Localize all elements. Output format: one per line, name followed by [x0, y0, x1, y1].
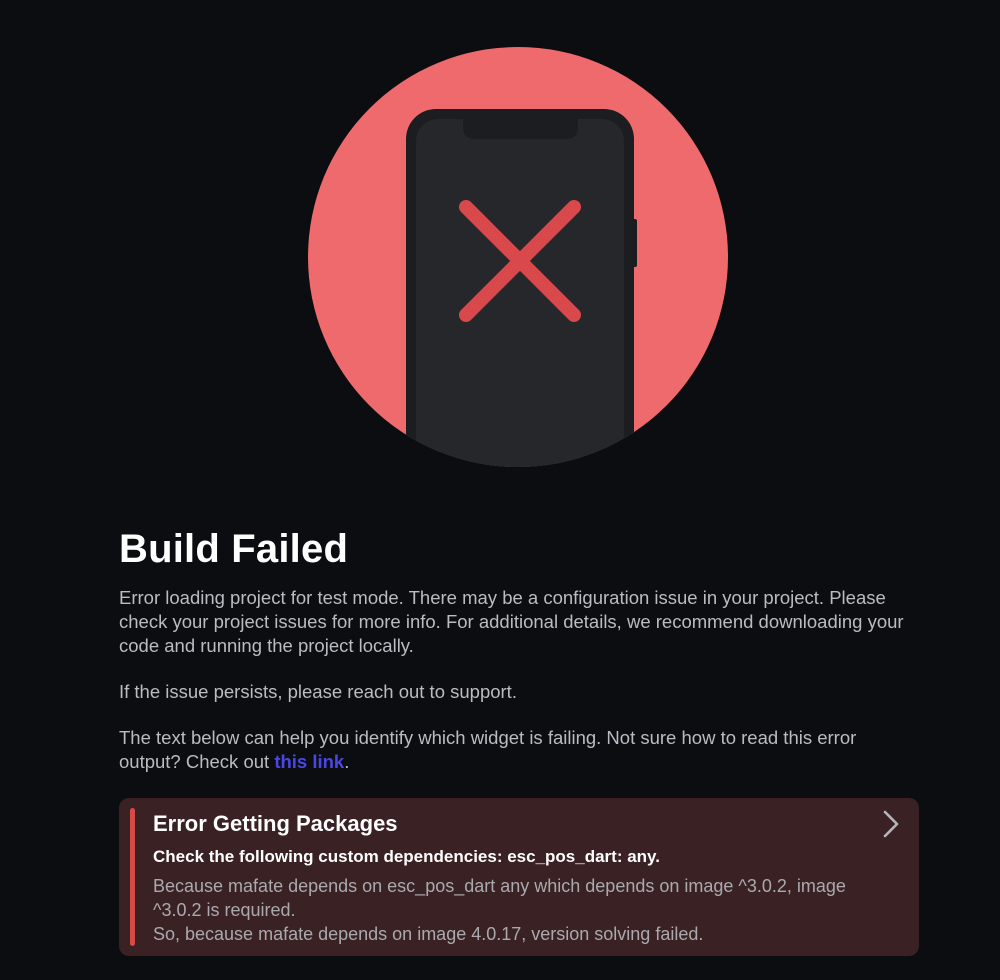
help-note-period: .: [344, 751, 350, 772]
phone-notch: [463, 119, 578, 139]
help-note: The text below can help you identify whi…: [119, 726, 919, 774]
error-card-body: Error Getting Packages Check the followi…: [153, 810, 893, 946]
error-subtitle: Check the following custom dependencies:…: [153, 847, 660, 866]
main-content: Build Failed Error loading project for t…: [119, 526, 919, 774]
error-title: Error Getting Packages: [153, 811, 398, 836]
error-detail-line-1: Because mafate depends on esc_pos_dart a…: [153, 876, 846, 920]
phone-error-icon: [308, 47, 728, 467]
support-note: If the issue persists, please reach out …: [119, 681, 517, 702]
error-detail: Because mafate depends on esc_pos_dart a…: [153, 874, 893, 946]
page-title: Build Failed: [119, 527, 349, 571]
phone-screen: [416, 119, 624, 467]
error-accent-bar: [130, 808, 135, 946]
phone-side-button: [632, 219, 637, 267]
error-description: Error loading project for test mode. The…: [119, 587, 904, 656]
error-detail-line-2: So, because mafate depends on image 4.0.…: [153, 924, 704, 944]
error-card[interactable]: Error Getting Packages Check the followi…: [119, 798, 919, 956]
build-failed-illustration: [308, 47, 728, 467]
chevron-right-icon[interactable]: [879, 810, 903, 838]
help-note-text: The text below can help you identify whi…: [119, 727, 857, 772]
help-link[interactable]: this link: [274, 751, 344, 772]
